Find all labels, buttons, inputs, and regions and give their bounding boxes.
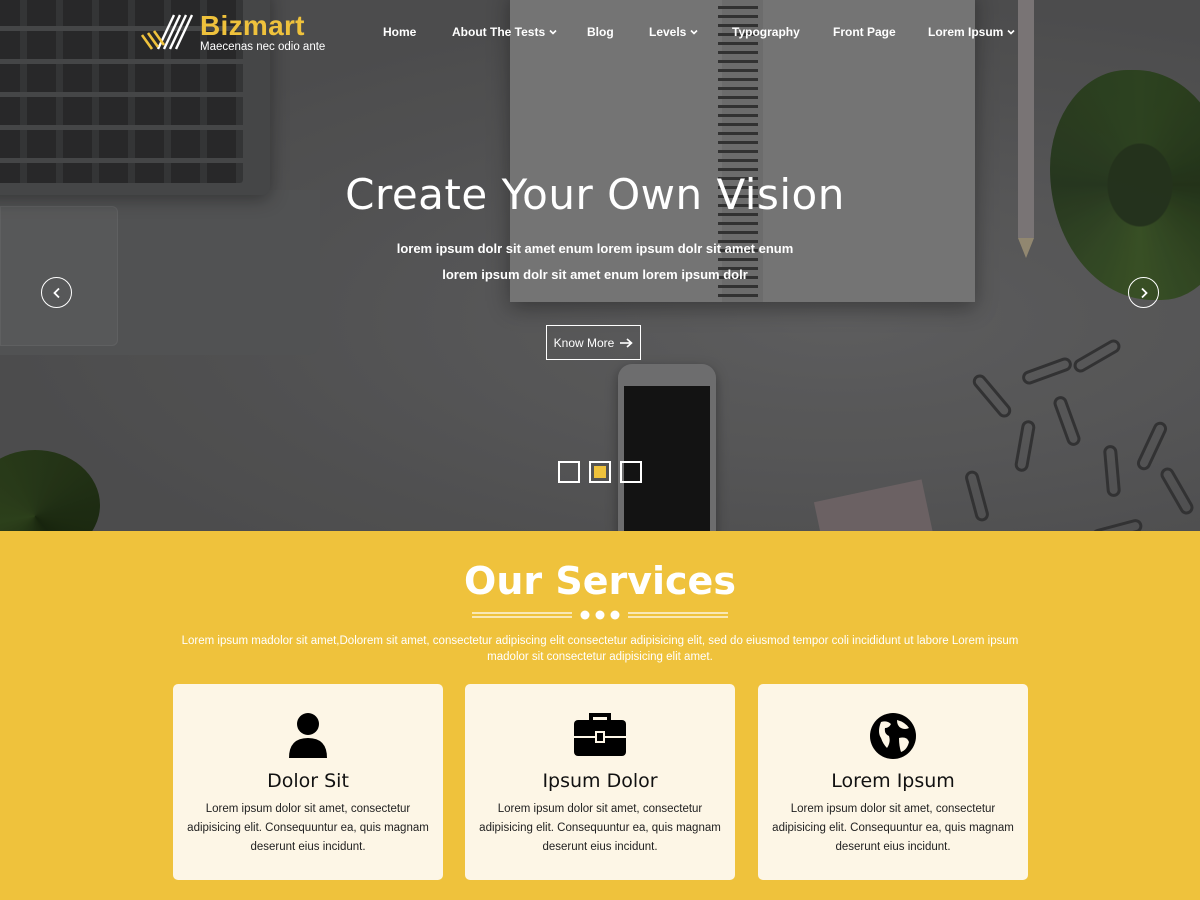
slider-dot-2[interactable] [589, 461, 611, 483]
nav-item-lorem-ipsum[interactable]: Lorem Ipsum [928, 25, 1015, 39]
service-card-text: Lorem ipsum dolor sit amet, consectetur … [772, 803, 1014, 853]
slider-dot-3[interactable] [620, 461, 642, 483]
arrow-right-icon [620, 337, 634, 348]
user-icon [289, 713, 327, 758]
chevron-right-icon [1140, 287, 1148, 298]
nav-item-home[interactable]: Home [383, 25, 416, 39]
services-section: Our Services Lorem ipsum madolor sit ame… [0, 531, 1200, 900]
briefcase-icon [574, 713, 626, 756]
nav-item-label: About The Tests [452, 25, 546, 39]
service-card: Dolor Sit Lorem ipsum dolor sit amet, co… [173, 684, 443, 880]
nav-item-label: Blog [587, 25, 614, 39]
nav-item-about-the-tests[interactable]: About The Tests [452, 25, 557, 39]
service-card-title: Ipsum Dolor [542, 770, 658, 792]
nav-item-label: Lorem Ipsum [928, 25, 1004, 39]
chevron-down-icon [690, 29, 698, 35]
slider-prev-button[interactable] [41, 277, 72, 308]
service-card-text: Lorem ipsum dolor sit amet, consectetur … [187, 803, 429, 853]
nav-item-blog[interactable]: Blog [587, 25, 614, 39]
nav-item-label: Home [383, 25, 417, 39]
hero-overlay [0, 0, 1200, 531]
know-more-button[interactable]: Know More [546, 325, 641, 360]
nav-item-levels[interactable]: Levels [649, 25, 698, 39]
nav-item-label: Front Page [833, 25, 896, 39]
slider-next-button[interactable] [1128, 277, 1159, 308]
main-navigation: Home About The Tests Blog Levels Typogra… [0, 25, 1200, 43]
slider-indicators [558, 461, 642, 483]
hero-slider: Bizmart Maecenas nec odio ante Home Abou… [0, 0, 1200, 531]
slider-dot-1[interactable] [558, 461, 580, 483]
globe-icon [870, 713, 916, 759]
nav-item-front-page[interactable]: Front Page [833, 25, 896, 39]
chevron-left-icon [52, 287, 60, 298]
nav-item-typography[interactable]: Typography [732, 25, 800, 39]
service-card-title: Lorem Ipsum [831, 770, 955, 792]
service-card-text: Lorem ipsum dolor sit amet, consectetur … [479, 803, 721, 853]
service-card: Ipsum Dolor Lorem ipsum dolor sit amet, … [465, 684, 735, 880]
hero-subtitle: lorem ipsum dolr sit amet enum lorem ips… [442, 267, 748, 282]
chevron-down-icon [549, 29, 557, 35]
hero-subtitle: lorem ipsum dolr sit amet enum lorem ips… [396, 241, 794, 256]
title-divider [472, 610, 728, 620]
nav-item-label: Levels [649, 25, 687, 39]
chevron-down-icon [1007, 29, 1015, 35]
know-more-label: Know More [553, 335, 615, 350]
hero-title: Create Your Own Vision [345, 170, 845, 219]
nav-item-label: Typography [732, 25, 800, 39]
services-title: Our Services [464, 559, 736, 603]
services-description: Lorem ipsum madolor sit amet,Dolorem sit… [181, 635, 1019, 663]
service-card-title: Dolor Sit [267, 770, 349, 792]
service-card: Lorem Ipsum Lorem ipsum dolor sit amet, … [758, 684, 1028, 880]
